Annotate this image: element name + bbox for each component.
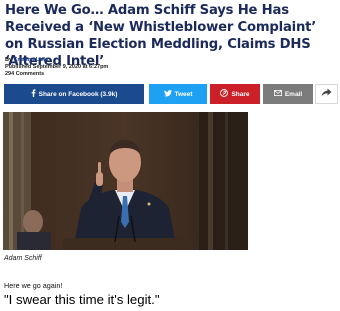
twitter-icon <box>163 89 172 99</box>
facebook-share-button[interactable]: Share on Facebook (3.9k) <box>4 84 144 104</box>
pinterest-share-label: Share <box>231 90 250 98</box>
byline-prefix: By <box>5 57 14 63</box>
tweet-button[interactable]: Tweet <box>149 84 207 104</box>
article-paragraph: Here we go again! <box>4 281 63 290</box>
email-share-button[interactable]: Email <box>263 84 313 104</box>
facebook-share-label: Share on Facebook (3.9k) <box>38 90 118 98</box>
tweet-label: Tweet <box>174 90 193 98</box>
byline: By Cristina Laila <box>5 57 305 64</box>
email-share-label: Email <box>284 90 303 98</box>
pinterest-share-button[interactable]: Share <box>210 84 260 104</box>
article-quote: "I swear this time it's legit." <box>4 292 160 307</box>
share-arrow-icon <box>321 88 332 100</box>
article-meta: By Cristina Laila Published September 9,… <box>5 57 305 78</box>
more-share-button[interactable] <box>315 84 338 104</box>
published-date: Published September 9, 2020 at 6:27pm <box>5 64 109 70</box>
envelope-icon <box>273 90 282 98</box>
pinterest-icon <box>220 89 229 99</box>
comments-count[interactable]: 294 Comments <box>5 71 305 78</box>
facebook-icon <box>31 89 36 99</box>
senate-chamber-photo <box>3 112 248 250</box>
article-photo <box>3 112 248 250</box>
photo-caption: Adam Schiff <box>4 255 42 262</box>
author-link[interactable]: Cristina Laila <box>14 57 49 63</box>
share-bar: Share on Facebook (3.9k) Tweet Share Ema… <box>4 84 338 104</box>
